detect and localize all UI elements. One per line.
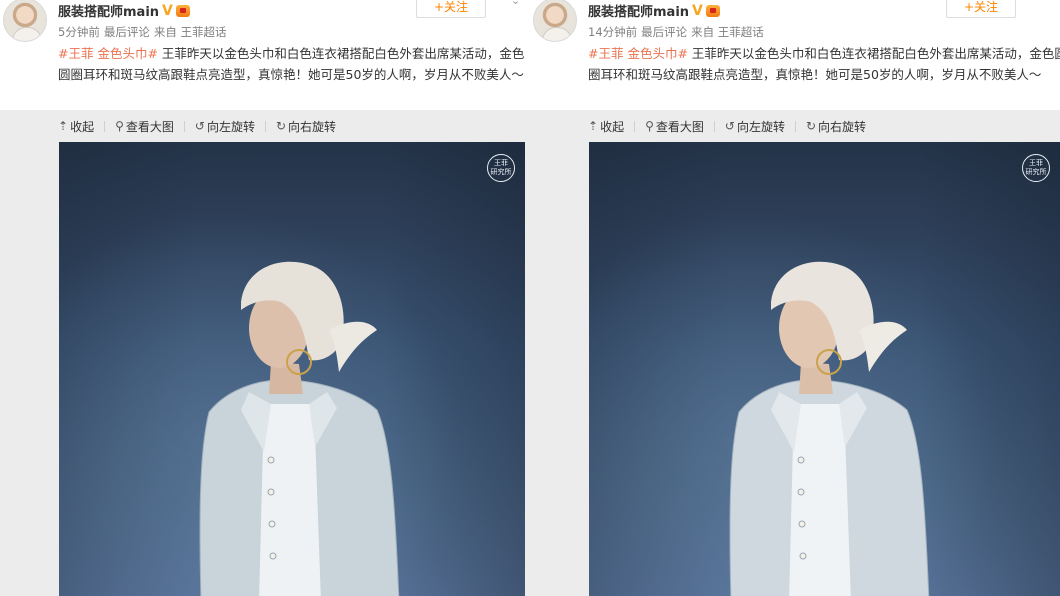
vip-badge-icon: [175, 4, 190, 17]
collapse-label: 收起: [600, 119, 625, 134]
divider: [264, 120, 266, 132]
post-time[interactable]: 14分钟前: [588, 25, 637, 39]
post-text: #王菲 金色头巾# 王菲昨天以金色头巾和白色连衣裙搭配白色外套出席某活动，金色圆…: [588, 44, 1060, 85]
rotate-right-icon: ↻: [275, 119, 287, 133]
magnifier-icon: ⚲: [645, 119, 654, 133]
vip-badge-icon: [705, 4, 720, 17]
magnifier-icon: ⚲: [115, 119, 124, 133]
post-source[interactable]: 来自 王菲超话: [691, 25, 764, 39]
topic-link[interactable]: #王菲 金色头巾#: [58, 46, 158, 61]
rotate-right-icon: ↻: [805, 119, 817, 133]
collapse-label: 收起: [70, 119, 95, 134]
follow-button[interactable]: +关注: [416, 0, 486, 18]
rotate-right-label: 向右旋转: [818, 119, 867, 134]
divider: [713, 120, 715, 132]
verified-icon: V: [162, 2, 173, 19]
post-time[interactable]: 5分钟前: [58, 25, 100, 39]
rotate-left-icon: ↺: [724, 119, 735, 133]
view-large-button[interactable]: ⚲ 查看大图: [645, 118, 704, 135]
view-large-button[interactable]: ⚲ 查看大图: [115, 118, 174, 135]
rotate-left-label: 向左旋转: [736, 119, 785, 134]
username[interactable]: 服装搭配师main V: [58, 1, 190, 20]
post-text: #王菲 金色头巾# 王菲昨天以金色头巾和白色连衣裙搭配白色外套出席某活动，金色圆…: [58, 44, 528, 85]
woman-in-white-figure: [729, 261, 930, 596]
collapse-button[interactable]: ⇡ 收起: [58, 118, 94, 135]
post-meta: 14分钟前 最后评论 来自 王菲超话: [588, 24, 768, 40]
watermark-logo: 王菲 研究所: [1022, 154, 1050, 182]
collapse-arrow-icon: ⇡: [58, 119, 69, 133]
topic-link[interactable]: #王菲 金色头巾#: [588, 46, 688, 61]
username-text[interactable]: 服装搭配师main: [58, 1, 159, 20]
post-header: 服装搭配师main V +关注 ⌄ 5分钟前 最后评论 来自 王菲超话 #王菲 金色…: [0, 0, 530, 110]
rotate-left-label: 向左旋转: [206, 119, 255, 134]
weibo-post: 服装搭配师main V +关注 14分钟前 最后评论 来自 王菲超话 #王菲 金色头…: [530, 0, 1060, 596]
rotate-left-button[interactable]: ↺ 向左旋转: [195, 118, 255, 135]
username-text[interactable]: 服装搭配师main: [588, 1, 689, 20]
divider: [794, 120, 796, 132]
post-meta: 5分钟前 最后评论 来自 王菲超话: [58, 24, 230, 40]
weibo-post: 服装搭配师main V +关注 ⌄ 5分钟前 最后评论 来自 王菲超话 #王菲 金色…: [0, 0, 530, 596]
chevron-down-icon[interactable]: ⌄: [511, 0, 520, 7]
rotate-left-button[interactable]: ↺ 向左旋转: [725, 118, 785, 135]
avatar[interactable]: [533, 0, 577, 42]
last-comment-link[interactable]: 最后评论: [104, 25, 150, 39]
view-large-label: 查看大图: [655, 119, 704, 134]
post-photo[interactable]: 王菲 研究所: [589, 142, 1060, 596]
rotate-left-icon: ↺: [194, 119, 205, 133]
verified-icon: V: [692, 2, 703, 19]
username[interactable]: 服装搭配师main V: [588, 1, 720, 20]
post-source[interactable]: 来自 王菲超话: [154, 25, 227, 39]
image-toolbar: ⇡ 收起 ⚲ 查看大图 ↺ 向左旋转 ↻ 向右旋转: [588, 116, 866, 136]
divider: [104, 120, 106, 132]
rotate-right-button[interactable]: ↻ 向右旋转: [806, 118, 866, 135]
collapse-button[interactable]: ⇡ 收起: [588, 118, 624, 135]
rotate-right-button[interactable]: ↻ 向右旋转: [276, 118, 336, 135]
image-toolbar: ⇡ 收起 ⚲ 查看大图 ↺ 向左旋转 ↻ 向右旋转: [58, 116, 336, 136]
last-comment-link[interactable]: 最后评论: [641, 25, 687, 39]
avatar[interactable]: [3, 0, 47, 42]
woman-in-white-figure: [199, 261, 400, 596]
follow-button[interactable]: +关注: [946, 0, 1016, 18]
collapse-arrow-icon: ⇡: [588, 119, 599, 133]
divider: [183, 120, 185, 132]
watermark-logo: 王菲 研究所: [487, 154, 515, 182]
post-header: 服装搭配师main V +关注 14分钟前 最后评论 来自 王菲超话 #王菲 金色头…: [530, 0, 1060, 110]
view-large-label: 查看大图: [125, 119, 174, 134]
divider: [634, 120, 636, 132]
post-photo[interactable]: 王菲 研究所: [59, 142, 525, 596]
rotate-right-label: 向右旋转: [288, 119, 337, 134]
